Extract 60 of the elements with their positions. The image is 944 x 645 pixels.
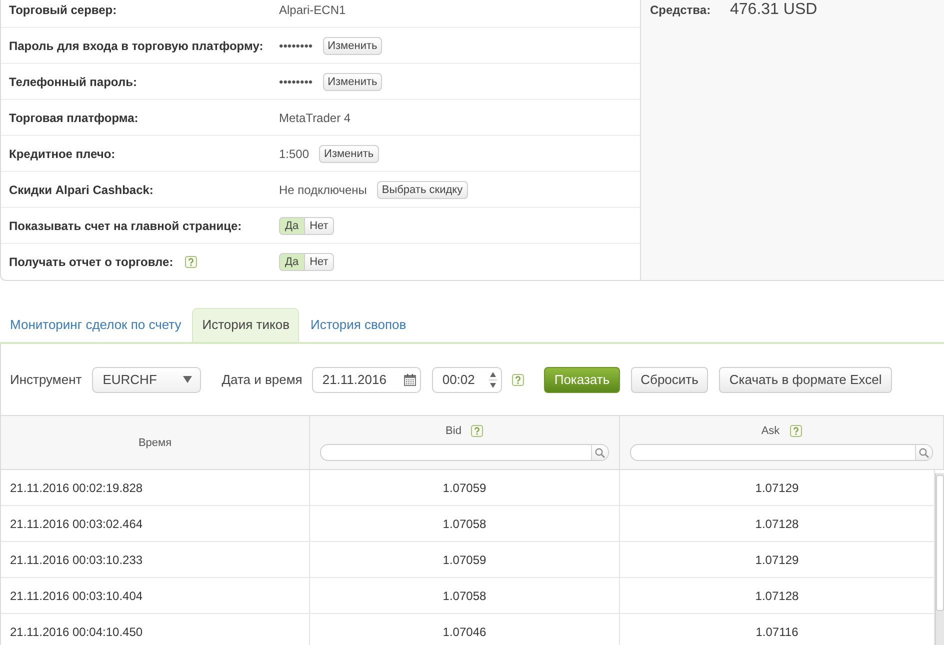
- field-value: 1:500: [279, 146, 310, 160]
- column-title: Bid: [446, 425, 462, 437]
- table-cell: 1.07046: [310, 614, 620, 645]
- column-filter-field[interactable]: [630, 444, 933, 461]
- toggle-option[interactable]: Нет: [304, 253, 334, 271]
- tab[interactable]: История свопов: [300, 308, 416, 342]
- search-icon[interactable]: [595, 448, 605, 458]
- action-button[interactable]: Изменить: [322, 72, 382, 90]
- funds-value: 476.31 USD: [730, 2, 818, 18]
- field-label: Пароль для входа в торговую платформу:: [9, 38, 264, 52]
- field-label: Скидки Alpari Cashback:: [9, 182, 154, 196]
- table-cell: 21.11.2016 00:03:10.404: [1, 578, 310, 613]
- field-value: Alpari-ECN1: [279, 2, 346, 16]
- action-button[interactable]: Выбрать скидку: [376, 180, 468, 198]
- funds-label: Средства:: [650, 2, 712, 18]
- help-icon[interactable]: [512, 374, 524, 386]
- toggle-option[interactable]: Да: [279, 253, 305, 271]
- table-cell: 1.07058: [310, 506, 620, 541]
- reset-button[interactable]: Сбросить: [630, 366, 708, 392]
- caret-icon: [182, 376, 192, 383]
- tab[interactable]: Мониторинг сделок по счету: [0, 308, 192, 342]
- toggle-option[interactable]: Да: [279, 216, 305, 234]
- field-label: Торговый сервер:: [9, 2, 117, 16]
- help-icon[interactable]: [790, 425, 802, 437]
- date-field[interactable]: 21.11.2016: [312, 366, 422, 392]
- filter-label: Инструмент: [10, 372, 82, 387]
- field-label: Телефонный пароль:: [9, 74, 137, 88]
- field-label: Кредитное плечо:: [9, 146, 116, 160]
- table-cell: 1.07059: [310, 542, 620, 577]
- column-title: Ask: [761, 425, 780, 437]
- table-cell: 1.07059: [310, 470, 620, 505]
- up-down-arrows-icon[interactable]: [489, 370, 498, 390]
- scrollbar-thumb[interactable]: [936, 475, 944, 611]
- help-icon[interactable]: [471, 425, 484, 437]
- tab[interactable]: История тиков: [192, 308, 300, 342]
- toggle-option[interactable]: Нет: [304, 216, 334, 234]
- time-field[interactable]: 00:02: [432, 366, 502, 392]
- field-value: ••••••••: [279, 38, 313, 52]
- field-label: Получать отчет о торговле:: [9, 255, 174, 269]
- excel-download-button[interactable]: Скачать в формате Excel: [719, 366, 892, 392]
- table-cell: 21.11.2016 00:03:02.464: [1, 506, 310, 541]
- search-icon[interactable]: [919, 448, 929, 458]
- field-label: Торговая платформа:: [9, 110, 138, 124]
- scrollbar[interactable]: [935, 473, 944, 645]
- table-cell: 21.11.2016 00:02:19.828: [1, 470, 310, 505]
- action-button[interactable]: Изменить: [319, 144, 379, 162]
- table-cell: 1.07058: [310, 578, 620, 613]
- field-value: MetaTrader 4: [279, 110, 351, 124]
- action-button[interactable]: Изменить: [322, 36, 382, 54]
- field-value: ••••••••: [279, 74, 313, 88]
- calendar-icon[interactable]: [404, 374, 416, 386]
- instrument-select[interactable]: EURCHF: [92, 366, 201, 392]
- column-filter-field[interactable]: [320, 444, 609, 461]
- table-cell: 21.11.2016 00:04:10.450: [1, 614, 310, 645]
- help-icon[interactable]: [185, 256, 198, 268]
- filter-label: Дата и время: [222, 372, 302, 387]
- column-title: Время: [138, 436, 172, 448]
- field-label: Показывать счет на главной странице:: [9, 218, 242, 232]
- table-cell: 21.11.2016 00:03:10.233: [1, 542, 310, 577]
- field-value: Не подключены: [279, 182, 367, 196]
